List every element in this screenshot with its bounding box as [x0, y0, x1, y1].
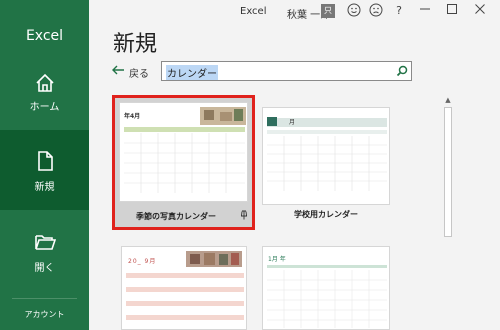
template-label: 季節の写真カレンダー	[136, 212, 216, 221]
pin-icon[interactable]	[239, 210, 249, 220]
backstage-sidebar: Excel ホーム 新規 開く アカウント	[0, 0, 89, 330]
thumbnail-photo	[186, 251, 242, 267]
search-input[interactable]: カレンダー	[161, 61, 412, 81]
thumbnail-header-band	[267, 265, 387, 268]
thumbnail-row	[126, 301, 244, 306]
thumbnail-calendar-grid	[124, 133, 245, 193]
thumbnail-header-band	[124, 127, 245, 132]
nav-item-open[interactable]: 開く	[0, 225, 89, 305]
thumbnail-heading: 20_ 9月	[128, 258, 157, 265]
back-arrow-icon	[112, 65, 124, 75]
nav-item-home-label: ホーム	[29, 102, 60, 113]
thumbnail-row	[126, 315, 244, 320]
template-card-photo-calendar-2[interactable]: 20_ 9月	[121, 246, 247, 330]
template-card-school-calendar[interactable]: 月 学校用カレンダー	[262, 107, 390, 227]
thumbnail-header-band	[267, 118, 387, 127]
thumbnail-photo	[200, 107, 246, 125]
app-title: Excel	[25, 28, 64, 44]
sidebar-divider	[12, 298, 77, 299]
help-icon[interactable]: ?	[391, 3, 407, 19]
thumbnail-heading: 年4月	[124, 113, 141, 120]
scroll-thumb[interactable]	[444, 107, 452, 237]
search-icon[interactable]	[396, 65, 408, 77]
avatar[interactable]: 只	[321, 4, 335, 18]
back-label: 戻る	[129, 69, 149, 80]
template-thumbnail: 20_ 9月	[121, 246, 247, 330]
thumbnail-heading: 月	[289, 119, 296, 126]
scroll-up-arrow-icon[interactable]: ▲	[443, 95, 453, 105]
nav-item-account[interactable]: アカウント	[0, 309, 89, 320]
scrollbar[interactable]: ▲	[443, 95, 453, 330]
nav-item-new[interactable]: 新規	[0, 130, 89, 210]
thumbnail-row	[126, 273, 244, 278]
smile-icon[interactable]	[346, 3, 362, 19]
nav-item-open-label: 開く	[34, 263, 55, 274]
thumbnail-calendar-grid	[267, 136, 387, 191]
close-icon[interactable]	[472, 3, 488, 19]
thumbnail-band-row	[267, 130, 387, 134]
nav-item-new-label: 新規	[34, 182, 55, 193]
maximize-icon[interactable]	[444, 3, 460, 19]
document-icon	[38, 151, 53, 171]
thumbnail-accent-box	[267, 117, 277, 126]
template-thumbnail: 1月 年	[262, 246, 390, 330]
search-value: カレンダー	[166, 65, 218, 80]
title-bar: Excel 秋葉 一郎 只 ?	[89, 0, 500, 24]
window-title: Excel	[240, 6, 267, 17]
template-thumbnail: 月	[262, 107, 390, 205]
template-thumbnail: 年4月	[119, 102, 248, 202]
template-card-monthly-calendar[interactable]: 1月 年	[262, 246, 390, 330]
frown-icon[interactable]	[368, 3, 384, 19]
thumbnail-row	[126, 287, 244, 292]
template-card-seasonal-photo-calendar[interactable]: 年4月 季節の写真カレンダー	[112, 95, 255, 230]
page-title: 新規	[113, 32, 158, 57]
template-label: 学校用カレンダー	[294, 210, 358, 219]
home-icon	[36, 73, 54, 92]
folder-icon	[35, 235, 56, 250]
thumbnail-heading: 1月 年	[268, 256, 286, 263]
minimize-icon[interactable]	[417, 3, 433, 19]
thumbnail-calendar-grid	[267, 270, 387, 328]
